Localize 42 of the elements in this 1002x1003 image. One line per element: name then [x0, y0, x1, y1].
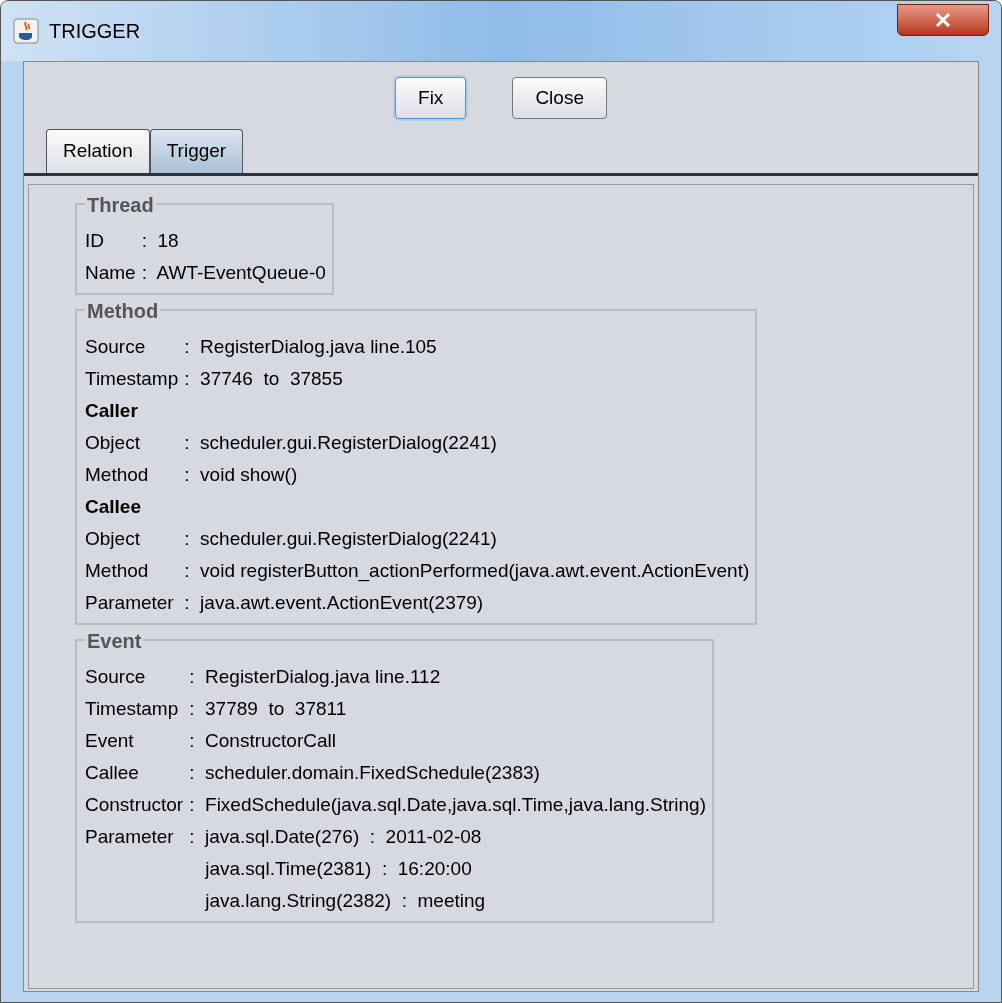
tab[interactable]: Trigger — [149, 129, 244, 173]
field-label: Timestamp — [85, 696, 179, 721]
dialog-button[interactable]: Fix — [395, 77, 467, 119]
field-value: : scheduler.gui.RegisterDialog(2241) — [184, 430, 497, 455]
field-label: Name — [85, 260, 136, 285]
field-value: : ConstructorCall — [189, 728, 336, 753]
dialog-button[interactable]: Close — [512, 77, 607, 119]
window-title: TRIGGER — [49, 19, 141, 44]
field-label: Source — [85, 664, 146, 689]
field-value: : java.sql.Date(276) : 2011-02-08 — [189, 824, 482, 849]
field-label: Event — [85, 728, 134, 753]
field-value: : FixedSchedule(java.sql.Date,java.sql.Time,java.lang.String) — [189, 792, 706, 817]
field-label: Parameter — [85, 590, 174, 615]
field-label: Object — [85, 430, 140, 455]
field-value: : RegisterDialog.java line.105 — [184, 334, 437, 359]
section-heading: Caller — [85, 398, 138, 423]
field-value: : scheduler.domain.FixedSchedule(2383) — [189, 760, 540, 785]
field-label: Parameter — [85, 824, 174, 849]
coffee-cup-icon — [13, 18, 39, 44]
field-value: : 37789 to 37811 — [189, 696, 347, 721]
field-label: Method — [85, 558, 149, 583]
field-value: : scheduler.gui.RegisterDialog(2241) — [184, 526, 497, 551]
field-value: : 37746 to 37855 — [184, 366, 343, 391]
field-value: java.sql.Time(2381) : 16:20:00 — [203, 856, 472, 881]
field-value: : void show() — [184, 462, 298, 487]
field-value: : void registerButton_actionPerformed(java.awt.event.ActionEvent) — [184, 558, 750, 584]
field-label: ID — [85, 228, 104, 253]
field-label: Constructor — [85, 792, 184, 817]
field-value: java.lang.String(2382) : meeting — [203, 888, 486, 913]
field-value: : 18 — [141, 228, 179, 253]
section-heading: Callee — [85, 494, 141, 519]
field-label: Callee — [85, 760, 139, 785]
field-label: Source — [85, 334, 146, 359]
field-value: : AWT-EventQueue-0 — [141, 260, 326, 285]
field-label: Object — [85, 526, 140, 551]
close-icon — [935, 13, 951, 27]
field-value: : RegisterDialog.java line.112 — [189, 664, 441, 689]
field-label: Timestamp — [85, 366, 179, 391]
tab[interactable]: Relation — [46, 129, 150, 173]
close-button[interactable] — [897, 4, 989, 36]
field-value: : java.awt.event.ActionEvent(2379) — [184, 590, 484, 615]
field-label: Method — [85, 462, 149, 487]
